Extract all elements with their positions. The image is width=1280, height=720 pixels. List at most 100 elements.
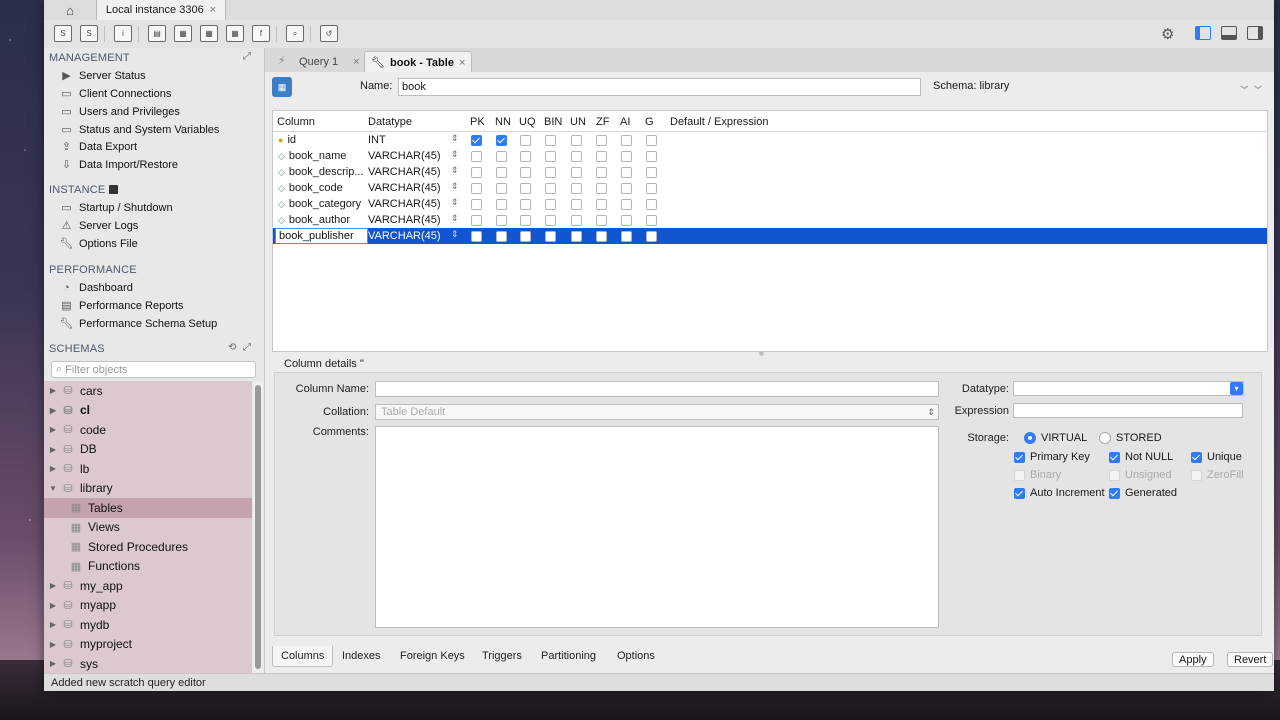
splitter-handle[interactable] xyxy=(759,351,764,356)
tab-foreign-keys[interactable]: Foreign Keys xyxy=(400,646,465,666)
create-table-icon[interactable]: ▦ xyxy=(174,25,192,42)
toggle-output-icon[interactable] xyxy=(1221,26,1237,40)
table-name-input[interactable]: book xyxy=(398,78,921,96)
tab-options[interactable]: Options xyxy=(617,646,655,666)
toggle-secondary-sidebar-icon[interactable] xyxy=(1247,26,1263,40)
table-row[interactable]: ◇ book_author VARCHAR(45) ⇕ xyxy=(273,212,1267,228)
create-view-icon[interactable]: ▦ xyxy=(200,25,218,42)
zf-checkbox[interactable] xyxy=(596,135,607,146)
reconnect-icon[interactable]: ↺ xyxy=(320,25,338,42)
table-row[interactable]: ◇ book_descrip... VARCHAR(45) ⇕ xyxy=(273,164,1267,180)
schema-my-app[interactable]: ▶ ⛁ my_app xyxy=(44,576,252,596)
unique-checkbox[interactable]: Unique xyxy=(1191,451,1242,463)
table-row-selected[interactable]: book_publisher VARCHAR(45) ⇕ xyxy=(273,228,1267,244)
schema-library-procedures[interactable]: ▦ Stored Procedures xyxy=(44,537,252,557)
create-schema-icon[interactable]: ▤ xyxy=(148,25,166,42)
table-row[interactable]: ◇ book_name VARCHAR(45) ⇕ xyxy=(273,148,1267,164)
sidebar-item-data-import[interactable]: ⇩ Data Import/Restore xyxy=(60,156,178,173)
binary-checkbox[interactable]: Binary xyxy=(1014,469,1061,481)
tab-book-table[interactable]: 🔧︎ book - Table × xyxy=(364,51,473,73)
table-row[interactable]: ◇ book_category VARCHAR(45) ⇕ xyxy=(273,196,1267,212)
nn-checkbox[interactable] xyxy=(496,135,507,146)
expression-input[interactable] xyxy=(1013,403,1243,418)
expand-icon[interactable]: ⤢ xyxy=(243,51,251,62)
not-null-checkbox[interactable]: Not NULL xyxy=(1109,451,1173,463)
sidebar-item-status-variables[interactable]: ▭ Status and System Variables xyxy=(60,121,219,138)
sidebar-item-options-file[interactable]: 🔧︎ Options File xyxy=(60,235,138,252)
users-icon: ▭ xyxy=(61,106,72,118)
sidebar-item-label: Dashboard xyxy=(79,281,133,294)
schema-sys[interactable]: ▶ ⛁ sys xyxy=(44,654,252,674)
toggle-sidebar-icon[interactable] xyxy=(1195,26,1211,40)
create-function-icon[interactable]: f xyxy=(252,25,270,42)
connection-tab[interactable]: Local instance 3306 × xyxy=(96,0,226,20)
sidebar-item-schema-setup[interactable]: 🔧︎ Performance Schema Setup xyxy=(60,315,218,332)
ai-checkbox[interactable] xyxy=(621,135,632,146)
tab-partitioning[interactable]: Partitioning xyxy=(541,646,596,666)
pk-checkbox[interactable] xyxy=(471,135,482,146)
schema-myproject[interactable]: ▶ ⛁ myproject xyxy=(44,635,252,655)
new-sql-tab-icon[interactable]: S xyxy=(54,25,72,42)
auto-increment-checkbox[interactable]: Auto Increment xyxy=(1014,487,1105,499)
schema-lb[interactable]: ▶ ⛁ lb xyxy=(44,459,252,479)
schema-mydb[interactable]: ▶ ⛁ mydb xyxy=(44,615,252,635)
sidebar-item-server-logs[interactable]: ⚠ Server Logs xyxy=(60,217,139,234)
uq-checkbox[interactable] xyxy=(520,135,531,146)
tab-columns[interactable]: Columns xyxy=(272,646,334,667)
inspector-icon[interactable]: i xyxy=(114,25,132,42)
collation-select[interactable]: Table Default ⇕ xyxy=(375,404,939,420)
storage-stored-radio[interactable]: STORED xyxy=(1099,432,1162,444)
storage-virtual-radio[interactable]: VIRTUAL xyxy=(1024,432,1087,444)
sidebar-item-data-export[interactable]: ⇪ Data Export xyxy=(60,138,137,155)
tab-triggers[interactable]: Triggers xyxy=(482,646,522,666)
datatype-label: Datatype: xyxy=(961,383,1009,395)
apply-button[interactable]: Apply xyxy=(1172,652,1214,667)
close-icon[interactable]: × xyxy=(459,57,465,69)
refresh-icon[interactable]: ⟲ xyxy=(228,342,236,353)
schema-db[interactable]: ▶ ⛁ DB xyxy=(44,440,252,460)
tab-query-1[interactable]: Query 1 × xyxy=(299,51,360,72)
schema-cars[interactable]: ▶ ⛁ cars xyxy=(44,381,252,401)
settings-gear-icon[interactable]: ⚙ xyxy=(1161,25,1174,43)
table-row[interactable]: ◇ book_code VARCHAR(45) ⇕ xyxy=(273,180,1267,196)
column-name-input[interactable] xyxy=(375,381,939,397)
tab-indexes[interactable]: Indexes xyxy=(342,646,381,666)
column-name-edit-input[interactable]: book_publisher xyxy=(275,228,368,244)
comments-textarea[interactable] xyxy=(375,426,939,628)
collapse-chevron-icon[interactable]: ⌄⌄ xyxy=(1236,76,1266,93)
primary-key-checkbox[interactable]: Primary Key xyxy=(1014,451,1090,463)
unsigned-checkbox[interactable]: Unsigned xyxy=(1109,469,1171,481)
sidebar-item-server-status[interactable]: ▶ Server Status xyxy=(60,67,145,84)
sidebar-item-users-privileges[interactable]: ▭ Users and Privileges xyxy=(60,103,180,120)
generated-checkbox[interactable]: Generated xyxy=(1109,487,1177,499)
header-zf: ZF xyxy=(596,116,610,128)
schema-library-views[interactable]: ▦ Views xyxy=(44,518,252,538)
sidebar-item-performance-reports[interactable]: ▤ Performance Reports xyxy=(60,297,183,314)
close-icon[interactable]: × xyxy=(210,4,216,16)
zerofill-checkbox[interactable]: ZeroFill xyxy=(1191,469,1244,481)
sidebar-item-client-connections[interactable]: ▭ Client Connections xyxy=(60,85,171,102)
schema-cl[interactable]: ▶ ⛁ cl xyxy=(44,401,252,421)
schema-myapp[interactable]: ▶ ⛁ myapp xyxy=(44,596,252,616)
create-procedure-icon[interactable]: ▦ xyxy=(226,25,244,42)
table-row[interactable]: ● id INT ⇕ xyxy=(273,132,1267,148)
expand-icon[interactable]: ⤢ xyxy=(243,342,251,353)
schema-library[interactable]: ▼ ⛁ library xyxy=(44,479,252,499)
open-sql-script-icon[interactable]: S xyxy=(80,25,98,42)
schema-library-tables[interactable]: ▦ Tables xyxy=(44,498,252,518)
g-checkbox[interactable] xyxy=(646,135,657,146)
datatype-select[interactable]: ▾ xyxy=(1013,381,1244,396)
close-icon[interactable]: × xyxy=(353,56,359,68)
sidebar-item-startup-shutdown[interactable]: ▭ Startup / Shutdown xyxy=(60,199,172,216)
un-checkbox[interactable] xyxy=(571,135,582,146)
schema-code[interactable]: ▶ ⛁ code xyxy=(44,420,252,440)
bin-checkbox[interactable] xyxy=(545,135,556,146)
home-icon[interactable]: ⌂ xyxy=(44,0,96,20)
schema-library-functions[interactable]: ▦ Functions xyxy=(44,557,252,577)
schema-filter-input[interactable]: ⌕ Filter objects xyxy=(51,361,256,378)
revert-button[interactable]: Revert xyxy=(1227,652,1274,667)
search-table-data-icon[interactable]: ⌕ xyxy=(286,25,304,42)
header-column: Column xyxy=(277,116,315,128)
schema-scrollbar[interactable] xyxy=(253,381,263,673)
sidebar-item-dashboard[interactable]: ◔ Dashboard xyxy=(60,279,133,296)
